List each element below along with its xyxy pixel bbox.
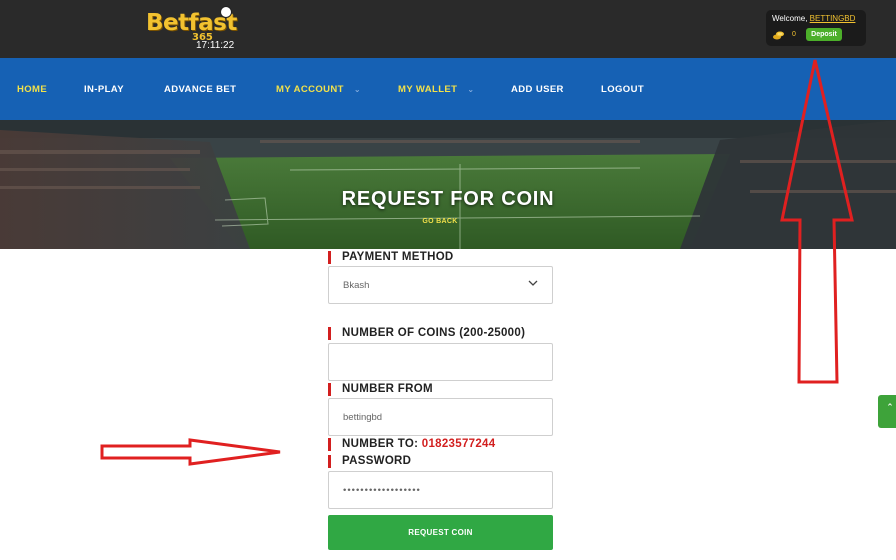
number-from-input[interactable]: bettingbd — [328, 398, 553, 436]
chevron-down-icon: ⌄ — [467, 85, 475, 94]
nav-item-label: IN-PLAY — [84, 84, 124, 95]
number-to-label: NUMBER TO: 01823577244 — [328, 438, 495, 451]
nav-item-label: LOGOUT — [601, 84, 645, 95]
password-label: PASSWORD — [328, 455, 411, 468]
chevron-down-icon — [528, 280, 538, 286]
deposit-button[interactable]: Deposit — [806, 28, 842, 41]
go-back-link[interactable]: GO BACK — [0, 218, 880, 225]
stadium-background — [0, 120, 896, 249]
nav-item-logout[interactable]: LOGOUT — [601, 84, 644, 95]
nav-item-my-account[interactable]: MY ACCOUNT ⌄ — [276, 84, 361, 95]
nav-item-label: MY ACCOUNT — [276, 84, 344, 95]
chevron-up-icon: ˆ — [888, 403, 892, 415]
soccer-ball-icon — [220, 6, 232, 18]
welcome-text: Welcome, BETTINGBD — [772, 14, 855, 23]
welcome-prefix: Welcome, — [772, 14, 810, 23]
request-coin-button[interactable]: REQUEST COIN — [328, 515, 553, 550]
top-bar: Betfast 365 17:11:22 Welcome, BETTINGBD … — [0, 0, 896, 58]
nav-item-home[interactable]: HOME — [17, 84, 47, 95]
payment-method-label: PAYMENT METHOD — [328, 251, 454, 264]
scroll-top-button[interactable]: ˆ — [878, 395, 896, 428]
nav-item-advance-bet[interactable]: ADVANCE BET — [164, 84, 236, 95]
coin-icon — [773, 31, 784, 40]
page: Betfast 365 17:11:22 Welcome, BETTINGBD … — [0, 0, 896, 560]
main-nav: HOME IN-PLAY ADVANCE BET MY ACCOUNT ⌄ MY … — [0, 58, 896, 120]
coin-balance: 0 — [792, 31, 796, 38]
hero-banner: REQUEST FOR COIN GO BACK — [0, 120, 896, 249]
number-from-label: NUMBER FROM — [328, 383, 433, 396]
chevron-down-icon: ⌄ — [353, 85, 361, 94]
password-value: •••••••••••••••••• — [343, 485, 421, 496]
number-to-phone: 01823577244 — [421, 438, 496, 450]
user-panel: Welcome, BETTINGBD 0 Deposit — [766, 10, 866, 46]
password-input[interactable]: •••••••••••••••••• — [328, 471, 553, 509]
nav-item-in-play[interactable]: IN-PLAY — [84, 84, 124, 95]
coins-input[interactable] — [328, 343, 553, 381]
username-link[interactable]: BETTINGBD — [810, 14, 856, 23]
coins-label: NUMBER OF COINS (200-25000) — [328, 327, 525, 340]
server-clock: 17:11:22 — [196, 40, 235, 51]
nav-item-my-wallet[interactable]: MY WALLET ⌄ — [398, 84, 474, 95]
nav-item-add-user[interactable]: ADD USER — [511, 84, 564, 95]
annotation-arrow-right — [100, 438, 281, 466]
nav-item-label: HOME — [17, 84, 48, 95]
nav-item-label: ADD USER — [511, 84, 564, 95]
nav-item-label: MY WALLET — [398, 84, 458, 95]
number-to-prefix: NUMBER TO: — [342, 438, 422, 450]
payment-method-value: Bkash — [343, 280, 370, 291]
page-title: REQUEST FOR COIN — [341, 188, 555, 210]
payment-method-select[interactable]: Bkash — [328, 266, 553, 304]
number-from-value: bettingbd — [343, 412, 383, 423]
nav-item-label: ADVANCE BET — [164, 84, 237, 95]
